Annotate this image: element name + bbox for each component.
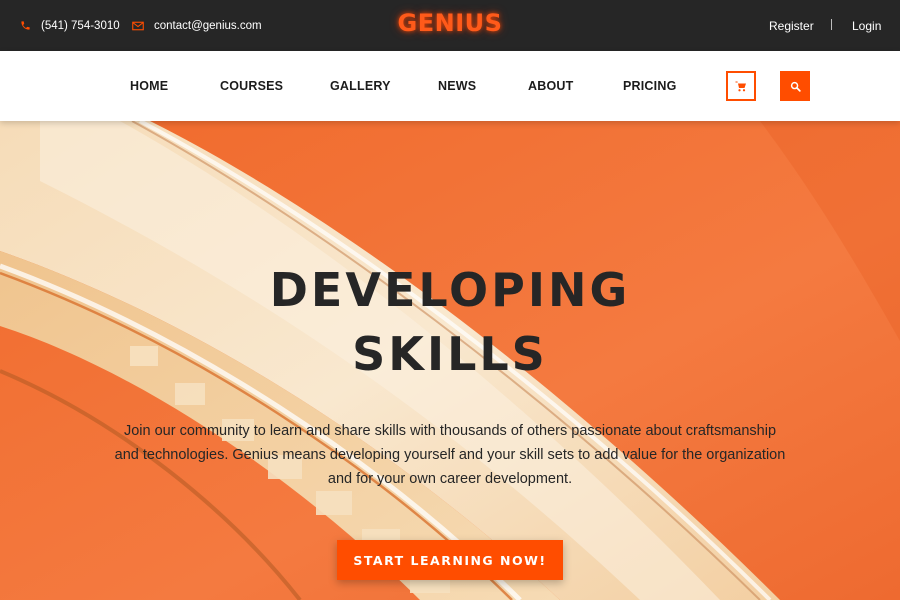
nav-home[interactable]: HOME: [130, 51, 168, 121]
nav-news[interactable]: NEWS: [438, 51, 476, 121]
logo[interactable]: GENIUS: [0, 9, 900, 37]
register-link[interactable]: Register: [769, 0, 814, 51]
nav-pricing[interactable]: PRICING: [623, 51, 677, 121]
hero-title-line2: SKILLS: [352, 327, 548, 381]
hero-text-line3: and for your own career development.: [327, 471, 573, 487]
hero-text-line2: and technologies. Genius means developin…: [114, 447, 786, 463]
hero-text-line1: Join our community to learn and share sk…: [123, 423, 777, 439]
nav-about[interactable]: ABOUT: [528, 51, 573, 121]
top-bar: (541) 754-3010 contact@genius.com GENIUS…: [0, 0, 900, 51]
auth-divider: [831, 19, 832, 30]
nav-courses[interactable]: COURSES: [220, 51, 283, 121]
cart-icon: [735, 81, 746, 91]
start-learning-button[interactable]: START LEARNING NOW!: [337, 540, 563, 580]
hero-section: DEVELOPING SKILLS Join our community to …: [0, 121, 900, 600]
search-icon: [790, 81, 801, 92]
hero-description: Join our community to learn and share sk…: [100, 419, 800, 491]
search-button[interactable]: [780, 71, 810, 101]
hero-title-line1: DEVELOPING: [269, 263, 631, 317]
cart-button[interactable]: [726, 71, 756, 101]
nav-gallery[interactable]: GALLERY: [330, 51, 391, 121]
login-link[interactable]: Login: [852, 0, 881, 51]
main-nav: HOME COURSES GALLERY NEWS ABOUT PRICING: [0, 51, 900, 121]
